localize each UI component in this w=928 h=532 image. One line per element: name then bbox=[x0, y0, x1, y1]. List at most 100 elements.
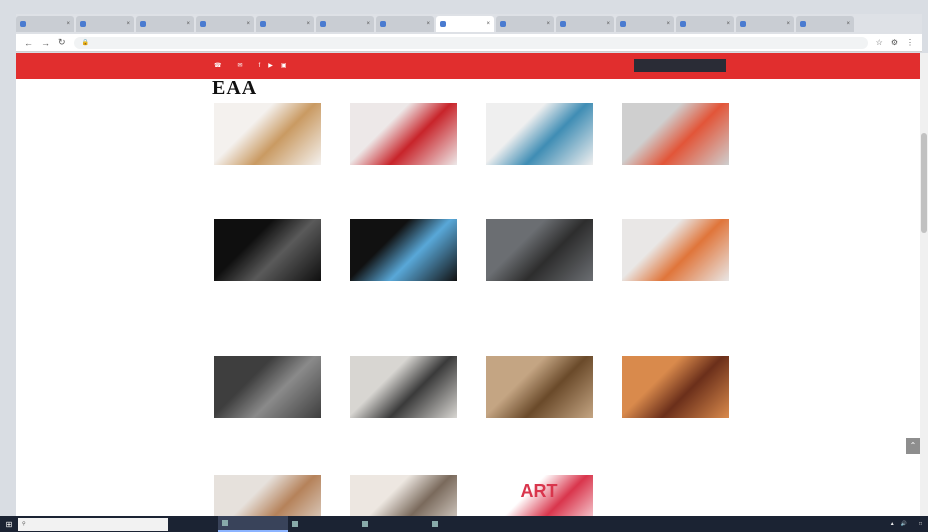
close-tab-icon[interactable]: × bbox=[666, 21, 670, 27]
exhibition-card[interactable]: ART bbox=[484, 475, 594, 516]
site-logo[interactable]: EAA bbox=[212, 78, 257, 98]
browser-tab[interactable]: × bbox=[256, 16, 314, 32]
exhibition-thumbnail[interactable] bbox=[213, 103, 321, 165]
close-tab-icon[interactable]: × bbox=[246, 21, 250, 27]
exhibition-thumbnail[interactable] bbox=[621, 219, 729, 281]
exhibition-card[interactable] bbox=[348, 356, 458, 426]
browser-tab[interactable]: × bbox=[736, 16, 794, 32]
exhibition-thumbnail[interactable] bbox=[213, 475, 321, 516]
os-taskbar: ⊞ ⚲ ▲ 🔊 □ bbox=[0, 516, 928, 532]
youtube-icon[interactable]: ▶ bbox=[268, 62, 273, 69]
exhibition-card[interactable] bbox=[348, 475, 458, 516]
taskbar-app[interactable] bbox=[218, 516, 288, 532]
instagram-icon[interactable]: ▣ bbox=[281, 62, 287, 69]
app-icon bbox=[292, 521, 298, 527]
exhibition-card[interactable] bbox=[212, 356, 322, 426]
browser-tab-bar: × × × × × × × × × × × × × × bbox=[16, 14, 922, 34]
exhibition-card[interactable] bbox=[348, 103, 458, 173]
tab-favicon-icon bbox=[440, 21, 446, 27]
close-tab-icon[interactable]: × bbox=[846, 21, 850, 27]
close-tab-icon[interactable]: × bbox=[306, 21, 310, 27]
exhibition-card[interactable] bbox=[484, 219, 594, 289]
site-search-box[interactable] bbox=[634, 59, 726, 72]
taskbar-app[interactable] bbox=[358, 516, 428, 532]
close-tab-icon[interactable]: × bbox=[486, 21, 490, 27]
exhibition-card[interactable] bbox=[212, 219, 322, 289]
browser-tab[interactable]: × bbox=[556, 16, 614, 32]
taskbar-app[interactable] bbox=[288, 516, 358, 532]
browser-tab[interactable]: × bbox=[496, 16, 554, 32]
exhibition-card[interactable] bbox=[620, 219, 730, 289]
browser-tab[interactable]: × bbox=[196, 16, 254, 32]
star-icon[interactable]: ☆ bbox=[876, 38, 883, 47]
volume-icon[interactable]: 🔊 bbox=[901, 521, 907, 527]
browser-tab[interactable]: × bbox=[436, 16, 494, 32]
exhibition-card[interactable] bbox=[348, 219, 458, 289]
scroll-top-button[interactable]: ⌃ bbox=[906, 438, 920, 454]
tab-favicon-icon bbox=[620, 21, 626, 27]
exhibition-caption[interactable]: ART bbox=[484, 482, 594, 500]
search-icon: ⚲ bbox=[22, 521, 26, 527]
exhibition-thumbnail[interactable] bbox=[621, 103, 729, 165]
browser-tab[interactable]: × bbox=[616, 16, 674, 32]
taskbar-apps bbox=[218, 516, 498, 532]
tab-favicon-icon bbox=[740, 21, 746, 27]
taskbar-search[interactable]: ⚲ bbox=[18, 517, 168, 531]
exhibition-card[interactable] bbox=[620, 103, 730, 173]
contact-info: ☎ ✉ f ▶ ▣ bbox=[214, 62, 287, 70]
menu-icon[interactable]: ⋮ bbox=[906, 38, 914, 47]
exhibition-thumbnail[interactable] bbox=[213, 356, 321, 418]
exhibition-card[interactable] bbox=[212, 475, 322, 516]
close-tab-icon[interactable]: × bbox=[186, 21, 190, 27]
exhibition-card[interactable] bbox=[620, 356, 730, 426]
exhibition-thumbnail[interactable] bbox=[485, 219, 593, 281]
close-tab-icon[interactable]: × bbox=[366, 21, 370, 27]
browser-tab[interactable]: × bbox=[796, 16, 854, 32]
address-bar[interactable]: 🔒 bbox=[73, 36, 868, 49]
back-icon[interactable]: ← bbox=[24, 38, 33, 48]
browser-tab[interactable]: × bbox=[376, 16, 434, 32]
app-icon bbox=[432, 521, 438, 527]
browser-tab[interactable]: × bbox=[316, 16, 374, 32]
windows-start-icon[interactable]: ⊞ bbox=[0, 516, 18, 532]
browser-tab[interactable]: × bbox=[136, 16, 194, 32]
exhibition-card[interactable] bbox=[484, 356, 594, 426]
tab-favicon-icon bbox=[680, 21, 686, 27]
exhibition-card[interactable] bbox=[484, 103, 594, 173]
tab-favicon-icon bbox=[200, 21, 206, 27]
site-top-bar: ☎ ✉ f ▶ ▣ bbox=[16, 53, 922, 79]
facebook-icon[interactable]: f bbox=[259, 63, 261, 69]
exhibition-thumbnail[interactable] bbox=[485, 356, 593, 418]
scrollbar-thumb[interactable] bbox=[921, 133, 927, 233]
mail-icon: ✉ bbox=[237, 63, 243, 69]
exhibition-thumbnail[interactable] bbox=[349, 356, 457, 418]
exhibition-thumbnail[interactable] bbox=[349, 475, 457, 516]
tab-favicon-icon bbox=[800, 21, 806, 27]
exhibition-thumbnail[interactable] bbox=[621, 356, 729, 418]
tab-favicon-icon bbox=[320, 21, 326, 27]
browser-tab[interactable]: × bbox=[76, 16, 134, 32]
notification-icon[interactable]: □ bbox=[919, 521, 922, 527]
browser-tab[interactable]: × bbox=[676, 16, 734, 32]
exhibition-thumbnail[interactable] bbox=[349, 103, 457, 165]
extensions-icon[interactable]: ⚙ bbox=[891, 38, 898, 47]
close-tab-icon[interactable]: × bbox=[606, 21, 610, 27]
network-icon[interactable]: ▲ bbox=[890, 521, 895, 527]
page-scrollbar[interactable] bbox=[920, 53, 928, 516]
close-tab-icon[interactable]: × bbox=[786, 21, 790, 27]
close-tab-icon[interactable]: × bbox=[426, 21, 430, 27]
close-tab-icon[interactable]: × bbox=[546, 21, 550, 27]
reload-icon[interactable]: ↻ bbox=[58, 37, 66, 48]
browser-tab[interactable]: × bbox=[16, 16, 74, 32]
exhibition-thumbnail[interactable] bbox=[485, 103, 593, 165]
close-tab-icon[interactable]: × bbox=[126, 21, 130, 27]
close-tab-icon[interactable]: × bbox=[726, 21, 730, 27]
system-tray: ▲ 🔊 □ bbox=[890, 521, 928, 527]
exhibition-thumbnail[interactable] bbox=[349, 219, 457, 281]
exhibition-thumbnail[interactable] bbox=[213, 219, 321, 281]
taskbar-app[interactable] bbox=[428, 516, 498, 532]
exhibition-card[interactable] bbox=[212, 103, 322, 173]
close-tab-icon[interactable]: × bbox=[66, 21, 70, 27]
lock-icon: 🔒 bbox=[81, 40, 90, 46]
forward-icon[interactable]: → bbox=[41, 38, 50, 48]
